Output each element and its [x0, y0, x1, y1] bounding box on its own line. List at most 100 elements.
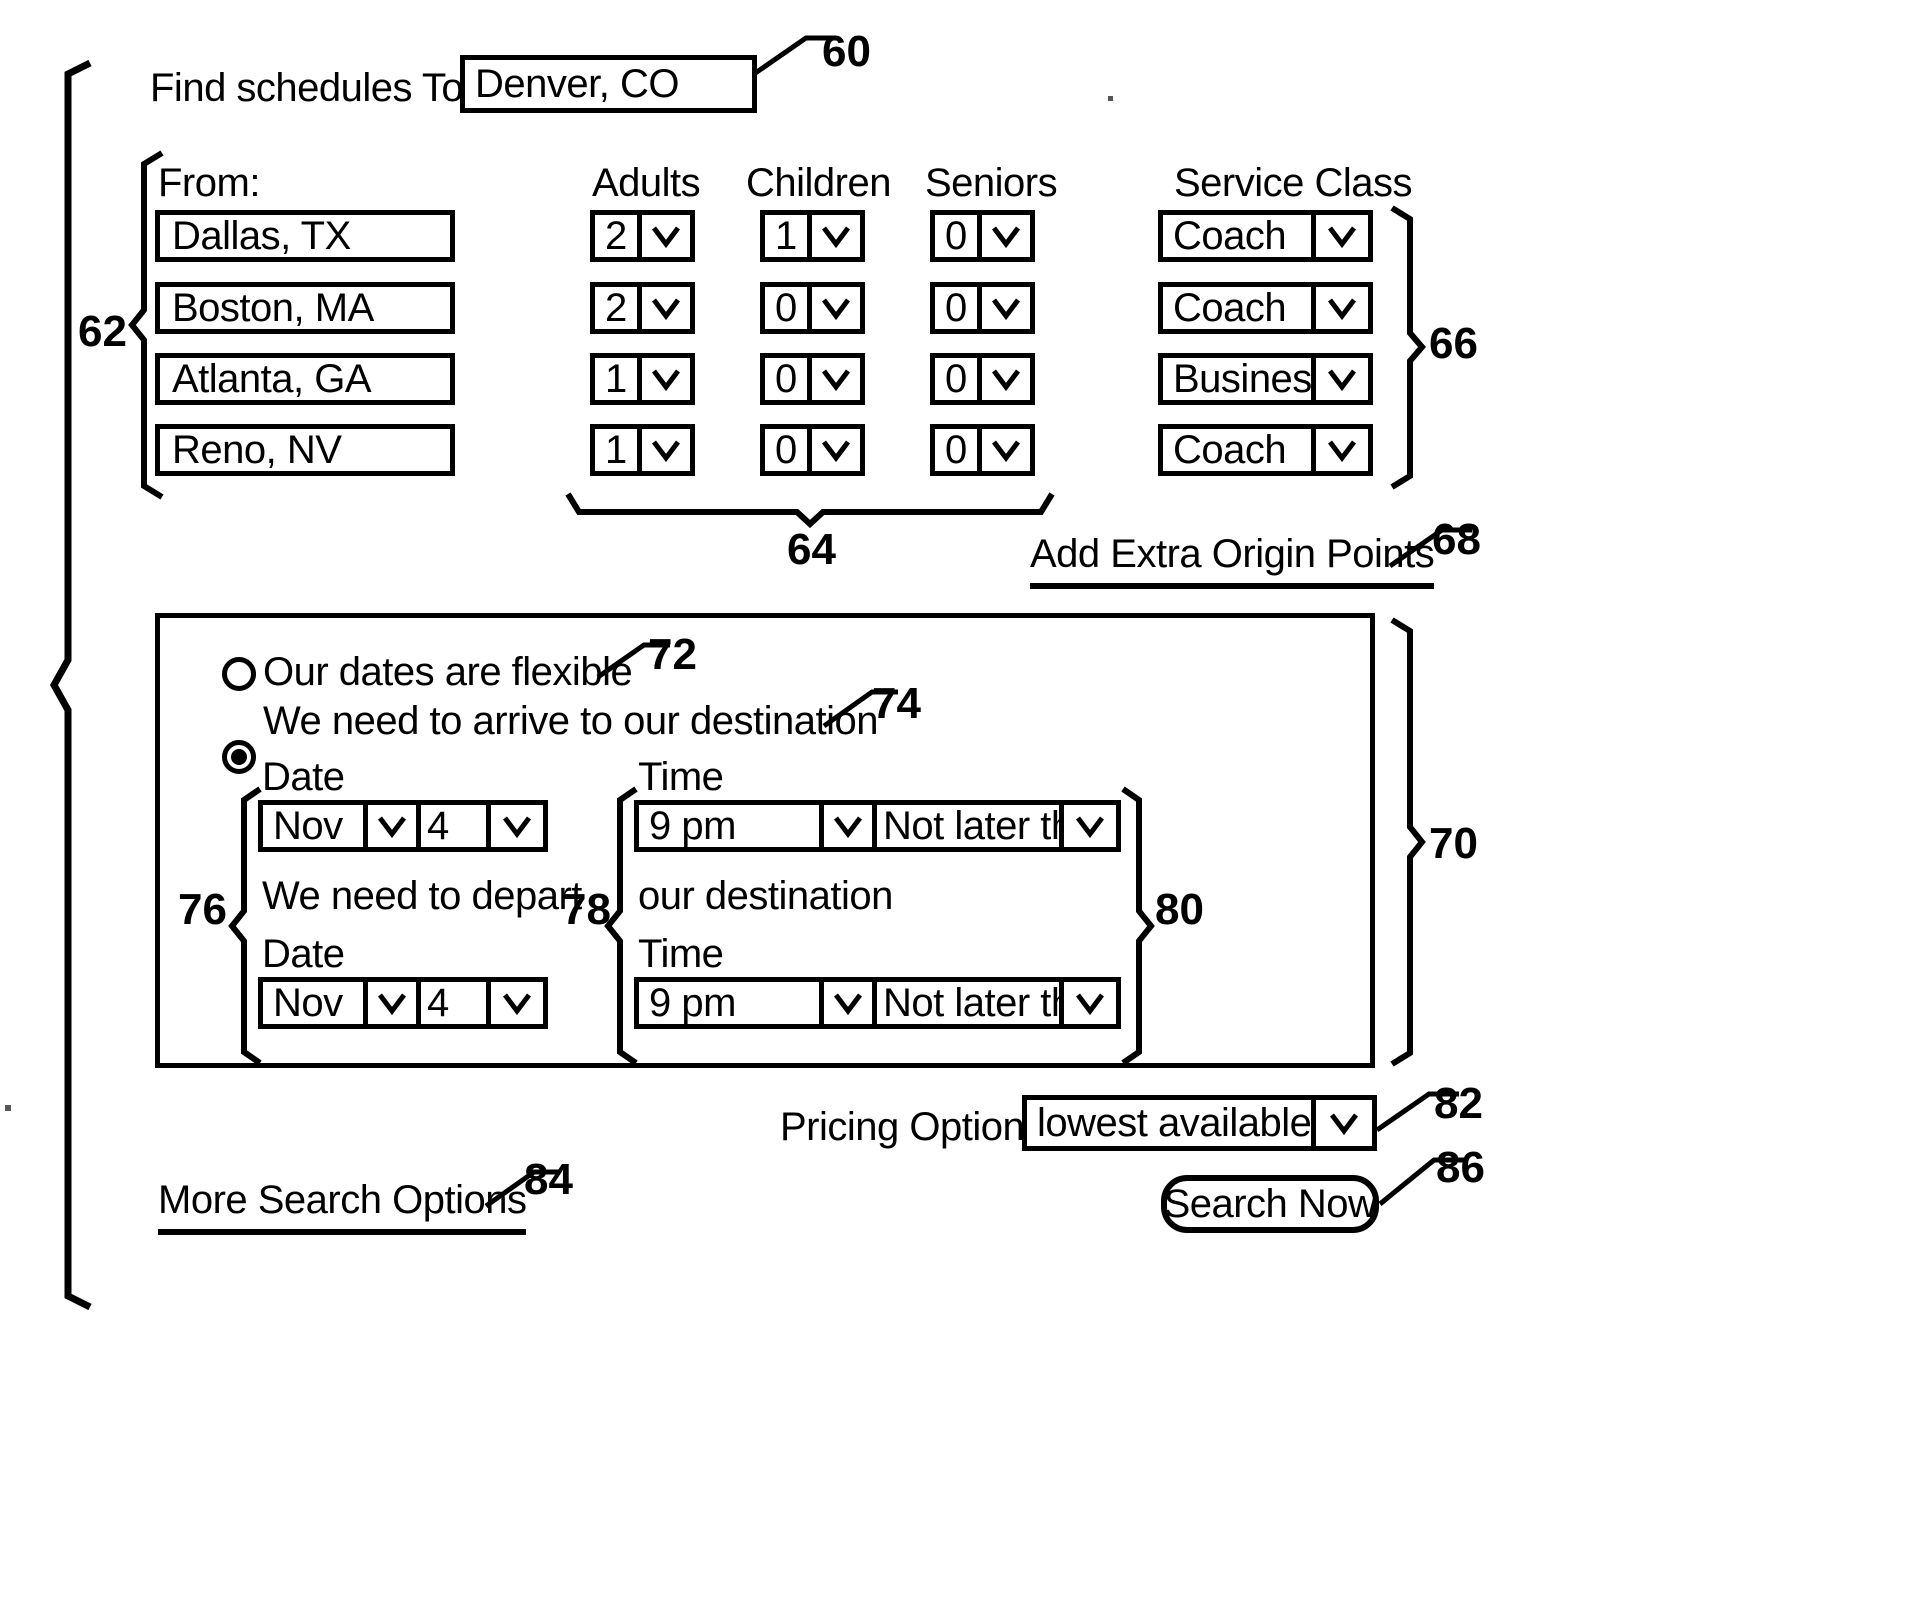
arrive-time-selects[interactable]: 9 pm Not later than [634, 800, 1121, 852]
service-class-select-1[interactable]: Coach [1158, 282, 1373, 334]
children-select-1[interactable]: 0 [760, 282, 865, 334]
origin-city-input-1[interactable]: Boston, MA [155, 282, 455, 334]
chevron-down-icon[interactable] [363, 805, 416, 847]
chevron-down-icon[interactable] [363, 982, 416, 1024]
origin-city-input-0[interactable]: Dallas, TX [155, 210, 455, 262]
ref-number-68: 68 [1432, 515, 1481, 564]
chevron-down-icon[interactable] [1311, 429, 1368, 471]
search-now-button-label: Search Now [1163, 1181, 1377, 1226]
patent-figure-search-form: Find schedules To: Denver, CO 60 62 From… [0, 0, 1932, 1612]
radio-arrive-destination-label[interactable]: We need to arrive to our destination [263, 701, 878, 741]
schedule-panel-bracket [1390, 617, 1426, 1067]
pricing-option-label: Pricing Option: [780, 1105, 1035, 1149]
ref-number-76: 76 [178, 885, 227, 934]
depart-time-selects[interactable]: 9 pm Not later than [634, 977, 1121, 1029]
pricing-option-select[interactable]: lowest available [1022, 1095, 1377, 1151]
origin-city-value-1: Boston, MA [172, 285, 374, 330]
origin-city-value-3: Reno, NV [172, 427, 342, 472]
chevron-down-icon[interactable] [807, 429, 860, 471]
scan-artifact-dot [1108, 96, 1113, 101]
children-value-1: 0 [775, 287, 797, 329]
chevron-down-icon[interactable] [977, 215, 1030, 257]
seniors-select-1[interactable]: 0 [930, 282, 1035, 334]
service-class-value-2: Business [1173, 358, 1311, 400]
seniors-value-0: 0 [945, 215, 967, 257]
chevron-down-icon[interactable] [977, 429, 1030, 471]
chevron-down-icon[interactable] [977, 358, 1030, 400]
depart-constraint-value: Not later than [872, 982, 1059, 1024]
seniors-select-3[interactable]: 0 [930, 424, 1035, 476]
service-class-value-3: Coach [1173, 429, 1287, 471]
chevron-down-icon[interactable] [1059, 982, 1116, 1024]
chevron-down-icon[interactable] [1311, 358, 1368, 400]
adults-value-1: 2 [605, 287, 627, 329]
chevron-down-icon[interactable] [637, 287, 690, 329]
depart-date-selects[interactable]: Nov 4 [258, 977, 548, 1029]
seniors-select-2[interactable]: 0 [930, 353, 1035, 405]
adults-value-3: 1 [605, 429, 627, 471]
depart-date-label: Date [262, 932, 345, 976]
arrive-month-value: Nov [273, 805, 343, 847]
adults-select-0[interactable]: 2 [590, 210, 695, 262]
chevron-down-icon[interactable] [1311, 1100, 1372, 1146]
chevron-down-icon[interactable] [819, 982, 872, 1024]
service-class-select-2[interactable]: Business [1158, 353, 1373, 405]
chevron-down-icon[interactable] [807, 215, 860, 257]
adults-select-1[interactable]: 2 [590, 282, 695, 334]
children-value-0: 1 [775, 215, 797, 257]
chevron-down-icon[interactable] [486, 805, 543, 847]
ref-number-64: 64 [787, 525, 836, 574]
chevron-down-icon[interactable] [486, 982, 543, 1024]
search-now-button[interactable]: Search Now [1161, 1175, 1379, 1233]
adults-select-2[interactable]: 1 [590, 353, 695, 405]
chevron-down-icon[interactable] [637, 358, 690, 400]
chevron-down-icon[interactable] [637, 429, 690, 471]
children-select-2[interactable]: 0 [760, 353, 865, 405]
add-extra-origin-points-link[interactable]: Add Extra Origin Points [1030, 532, 1435, 589]
service-class-select-0[interactable]: Coach [1158, 210, 1373, 262]
chevron-down-icon[interactable] [807, 287, 860, 329]
scan-artifact-dot [5, 1105, 11, 1111]
seniors-value-2: 0 [945, 358, 967, 400]
service-class-select-3[interactable]: Coach [1158, 424, 1373, 476]
chevron-down-icon[interactable] [1311, 215, 1368, 257]
ref-number-84: 84 [524, 1155, 573, 1204]
chevron-down-icon[interactable] [977, 287, 1030, 329]
chevron-down-icon[interactable] [1059, 805, 1116, 847]
seniors-select-0[interactable]: 0 [930, 210, 1035, 262]
seniors-value-1: 0 [945, 287, 967, 329]
radio-flexible-dates-label[interactable]: Our dates are flexible [263, 652, 633, 692]
more-search-options-link[interactable]: More Search Options [158, 1178, 527, 1235]
adults-column-header: Adults [592, 161, 701, 205]
arrive-date-selects[interactable]: Nov 4 [258, 800, 548, 852]
children-value-3: 0 [775, 429, 797, 471]
pricing-option-value: lowest available [1037, 1100, 1311, 1145]
service-class-value-1: Coach [1173, 287, 1287, 329]
depart-trail-text: our destination [638, 874, 893, 918]
seniors-value-3: 0 [945, 429, 967, 471]
chevron-down-icon[interactable] [819, 805, 872, 847]
origin-city-input-3[interactable]: Reno, NV [155, 424, 455, 476]
adults-value-0: 2 [605, 215, 627, 257]
radio-flexible-dates[interactable] [222, 657, 256, 691]
ref-number-60: 60 [822, 27, 871, 76]
depart-lead-text: We need to depart [262, 874, 582, 918]
children-select-0[interactable]: 1 [760, 210, 865, 262]
destination-input[interactable]: Denver, CO [460, 55, 757, 113]
arrive-date-label: Date [262, 755, 345, 799]
adults-select-3[interactable]: 1 [590, 424, 695, 476]
children-column-header: Children [746, 161, 891, 205]
radio-arrive-destination[interactable] [222, 740, 256, 774]
ref-number-82: 82 [1434, 1079, 1483, 1128]
origin-city-value-2: Atlanta, GA [172, 356, 372, 401]
origin-city-input-2[interactable]: Atlanta, GA [155, 353, 455, 405]
ref-number-86: 86 [1436, 1143, 1485, 1192]
children-select-3[interactable]: 0 [760, 424, 865, 476]
chevron-down-icon[interactable] [807, 358, 860, 400]
chevron-down-icon[interactable] [637, 215, 690, 257]
ref-number-72: 72 [648, 630, 697, 679]
seniors-column-header: Seniors [925, 161, 1058, 205]
time-group-bracket-right [1121, 786, 1155, 1066]
arrive-day-value: 4 [416, 805, 486, 847]
chevron-down-icon[interactable] [1311, 287, 1368, 329]
